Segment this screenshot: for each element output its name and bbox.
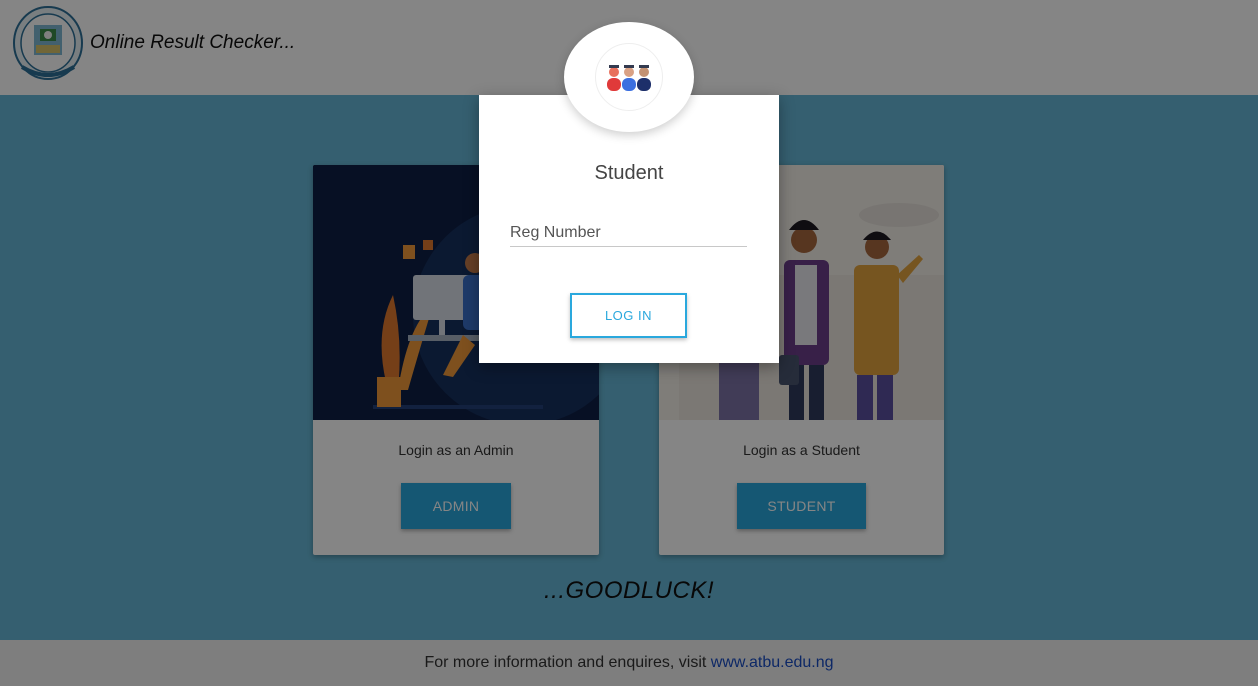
- avatar-inner: [595, 43, 663, 111]
- modal-title: Student: [594, 162, 664, 184]
- student-login-modal: Student LOG IN: [479, 95, 779, 363]
- login-button[interactable]: LOG IN: [570, 293, 687, 338]
- modal-avatar: [564, 22, 694, 132]
- reg-number-input[interactable]: [510, 219, 747, 247]
- students-group-icon: [607, 65, 651, 91]
